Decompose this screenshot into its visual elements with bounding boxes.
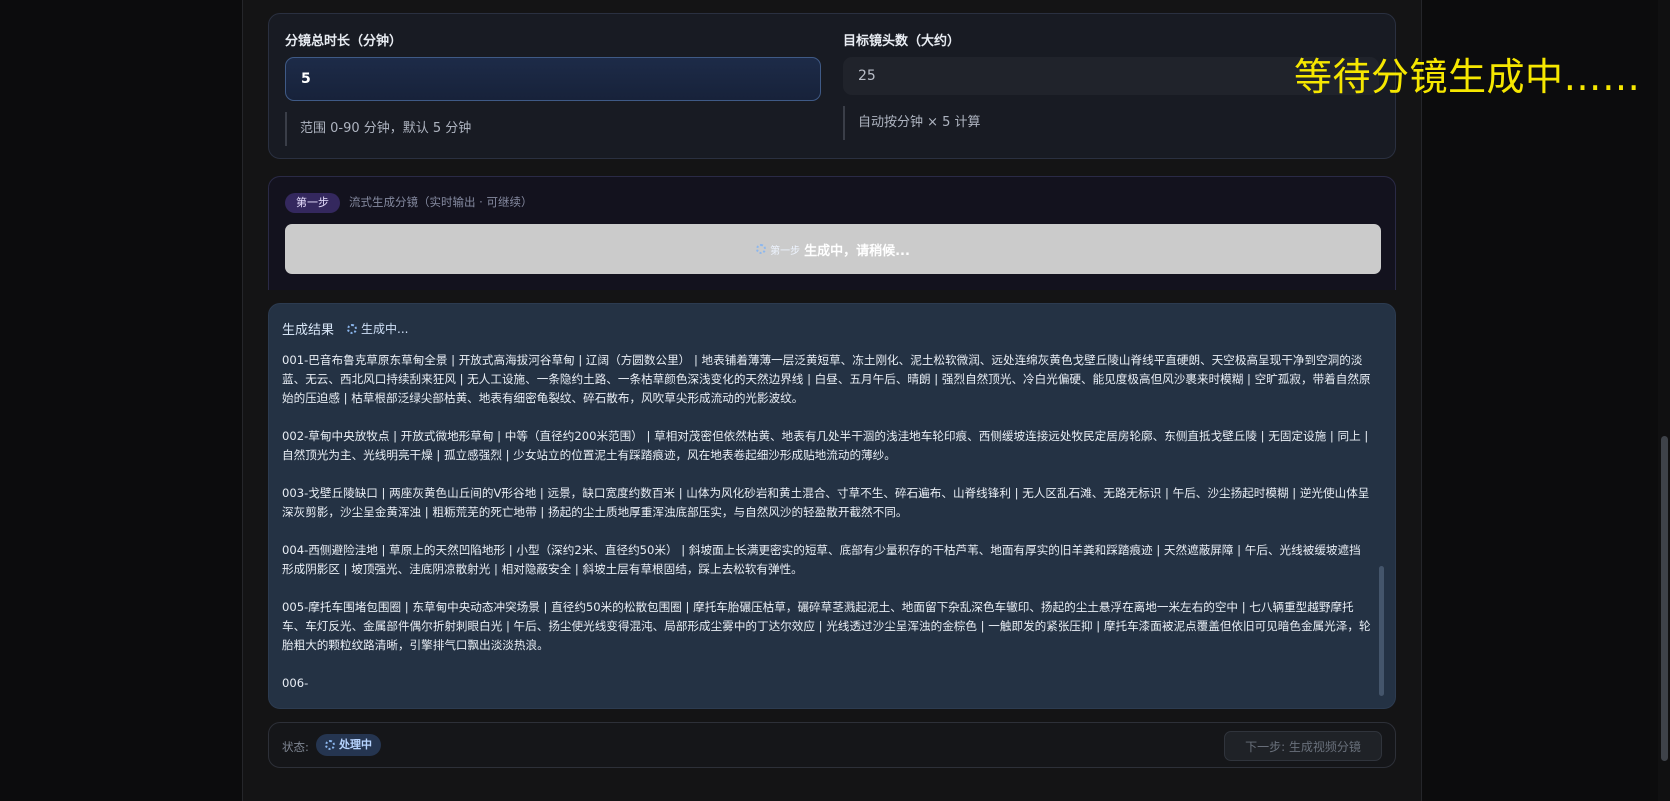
generate-button-label: 生成中，请稍候...	[804, 243, 910, 259]
page-scrollbar[interactable]	[1658, 0, 1670, 801]
status-label: 状态:	[282, 740, 309, 754]
generate-button-step-prefix: 第一步	[770, 245, 801, 257]
processing-status-text: 处理中	[339, 738, 372, 751]
duration-hint: 范围 0-90 分钟，默认 5 分钟	[285, 112, 471, 146]
storyboard-entry: 004-西侧避险洼地 | 草原上的天然凹陷地形 | 小型（深约2米、直径约50米…	[282, 543, 1361, 576]
result-title: 生成结果	[282, 323, 335, 338]
storyboard-entry: 005-摩托车围堵包围圈 | 东草甸中央动态冲突场景 | 直径约50米的松散包围…	[282, 600, 1371, 652]
page-scrollbar-thumb[interactable]	[1661, 436, 1668, 761]
target-shot-hint: 自动按分钟 × 5 计算	[843, 106, 981, 140]
step-description: 流式生成分镜（实时输出 · 可继续）	[349, 195, 533, 209]
storyboard-entry: 002-草甸中央放牧点 | 开放式微地形草甸 | 中等（直径约200米范围） |…	[282, 429, 1369, 462]
loading-spinner-icon	[347, 323, 357, 334]
processing-status-badge: 处理中	[316, 734, 381, 756]
storyboard-entry: 001-巴音布鲁克草原东草甸全景 | 开放式高海拔河谷草甸 | 辽阔（方圆数公里…	[282, 353, 1371, 405]
waiting-overlay-text: 等待分镜生成中……	[1294, 55, 1641, 99]
duration-label: 分镜总时长（分钟）	[285, 34, 403, 49]
loading-spinner-icon	[756, 244, 767, 254]
target-shot-label: 目标镜头数（大约）	[843, 34, 961, 49]
storyboard-entry: 006-	[282, 676, 309, 690]
storyboard-output: 001-巴音布鲁克草原东草甸全景 | 开放式高海拔河谷草甸 | 辽阔（方圆数公里…	[282, 351, 1372, 695]
duration-input[interactable]	[285, 57, 821, 101]
generate-storyboard-button[interactable]: 第一步 生成中，请稍候...	[285, 224, 1381, 274]
loading-spinner-icon	[325, 740, 335, 750]
storyboard-entry: 003-戈壁丘陵缺口 | 两座灰黄色山丘间的V形谷地 | 远景，缺口宽度约数百米…	[282, 486, 1370, 519]
result-status-label: 生成中...	[361, 322, 409, 336]
result-panel: 生成结果 生成中... 001-巴音布鲁克草原东草甸全景 | 开放式高海拔河谷草…	[268, 303, 1396, 709]
step-one-card: 第一步 流式生成分镜（实时输出 · 可继续） 第一步 生成中，请稍候...	[268, 176, 1396, 290]
status-footer: 状态: 处理中 下一步: 生成视频分镜	[268, 722, 1396, 768]
result-generating-status: 生成中...	[347, 320, 408, 337]
settings-card: 分镜总时长（分钟） 范围 0-90 分钟，默认 5 分钟 目标镜头数（大约） 自…	[268, 13, 1396, 159]
step-badge: 第一步	[285, 193, 340, 213]
main-column: 分镜总时长（分钟） 范围 0-90 分钟，默认 5 分钟 目标镜头数（大约） 自…	[242, 0, 1422, 801]
result-scrollbar-thumb[interactable]	[1379, 566, 1384, 696]
next-step-button[interactable]: 下一步: 生成视频分镜	[1224, 731, 1382, 761]
